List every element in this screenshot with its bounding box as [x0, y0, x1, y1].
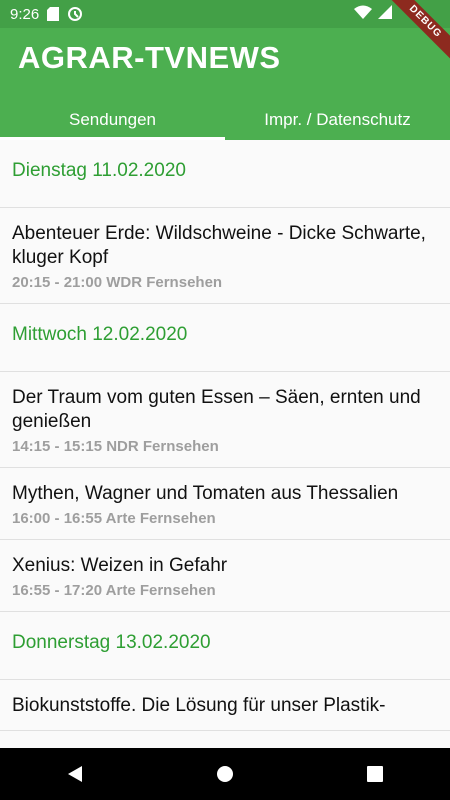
show-info: 16:55 - 17:20 Arte Fernsehen [12, 582, 216, 599]
date-header: Mittwoch 12.02.2020 [0, 304, 450, 372]
recents-icon [367, 766, 383, 782]
back-button[interactable] [45, 748, 105, 800]
show-title: Xenius: Weizen in Gefahr [12, 555, 228, 576]
date-header: Dienstag 11.02.2020 [0, 140, 450, 208]
show-item[interactable]: Biokunststoffe. Die Lösung für unser Pla… [0, 680, 450, 731]
tab-impressum-datenschutz[interactable]: Impr. / Datenschutz [225, 104, 450, 140]
show-item[interactable]: Abenteuer Erde: Wildschweine - Dicke Sch… [0, 208, 450, 304]
tab-bar: Sendungen Impr. / Datenschutz [0, 104, 450, 140]
recents-button[interactable] [345, 748, 405, 800]
back-icon [68, 766, 82, 782]
sync-icon [68, 7, 83, 21]
tab-sendungen[interactable]: Sendungen [0, 104, 225, 140]
show-title: Biokunststoffe. Die Lösung für unser Pla… [12, 695, 386, 716]
app-bar: AGRAR-TVNEWS Sendungen Impr. / Datenschu… [0, 28, 450, 140]
show-item[interactable]: Mythen, Wagner und Tomaten aus Thessalie… [0, 468, 450, 540]
show-info: 14:15 - 15:15 NDR Fernsehen [12, 438, 219, 455]
home-icon [217, 766, 233, 782]
schedule-list[interactable]: Dienstag 11.02.2020 Abenteuer Erde: Wild… [0, 140, 450, 748]
signal-icon [378, 5, 392, 19]
wifi-icon [354, 5, 372, 19]
show-title: Der Traum vom guten Essen – Säen, ernten… [12, 387, 421, 432]
sd-card-icon [47, 7, 60, 21]
show-item[interactable]: Der Traum vom guten Essen – Säen, ernten… [0, 372, 450, 468]
show-info: 20:15 - 21:00 WDR Fernsehen [12, 274, 223, 291]
show-title: Abenteuer Erde: Wildschweine - Dicke Sch… [12, 223, 426, 268]
show-item[interactable]: Xenius: Weizen in Gefahr 16:55 - 17:20 A… [0, 540, 450, 612]
date-header: Donnerstag 13.02.2020 [0, 612, 450, 680]
show-info: 16:00 - 16:55 Arte Fernsehen [12, 510, 216, 527]
app-title: AGRAR-TVNEWS [18, 40, 281, 75]
show-title: Mythen, Wagner und Tomaten aus Thessalie… [12, 483, 399, 504]
status-bar: 9:26 [0, 0, 450, 28]
home-button[interactable] [195, 748, 255, 800]
status-time: 9:26 [10, 5, 40, 23]
navigation-bar [0, 748, 450, 800]
